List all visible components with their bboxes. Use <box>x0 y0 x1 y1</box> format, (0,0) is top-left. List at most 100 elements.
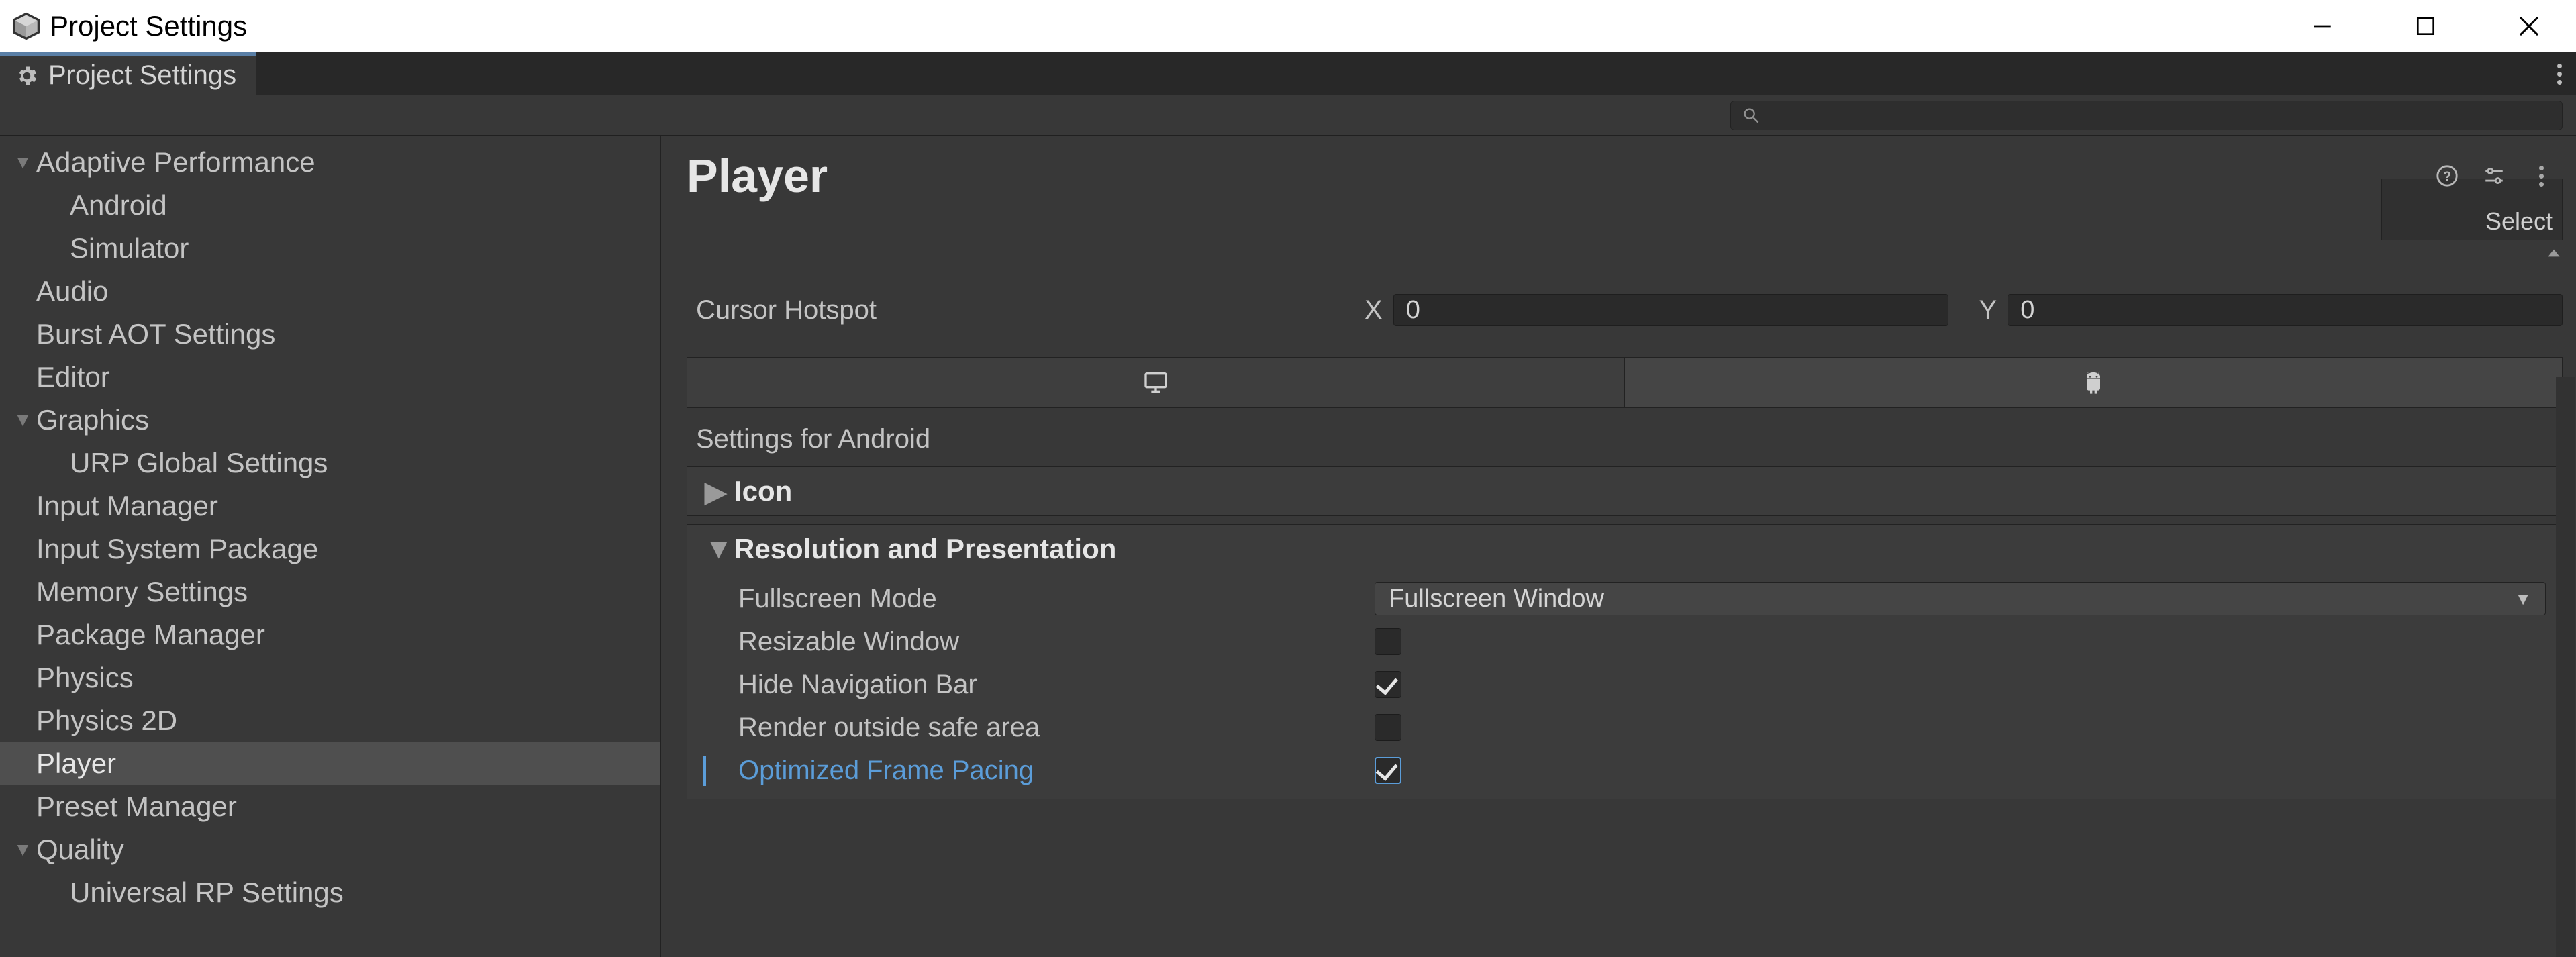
y-axis-label: Y <box>1979 295 1997 325</box>
tab-project-settings[interactable]: Project Settings <box>0 52 256 95</box>
sidebar-item-input-manager[interactable]: Input Manager <box>0 485 660 527</box>
sidebar-item-label: Player <box>36 748 116 780</box>
caret-up-icon <box>2545 244 2563 262</box>
kebab-icon <box>2539 166 2544 187</box>
fullscreen-mode-label: Fullscreen Mode <box>703 584 1375 614</box>
maximize-button[interactable] <box>2411 11 2440 41</box>
hide-nav-bar-label: Hide Navigation Bar <box>703 670 1375 700</box>
sidebar-item-android[interactable]: Android <box>0 184 660 227</box>
sidebar-item-label: URP Global Settings <box>70 447 328 479</box>
cursor-hotspot-y-input[interactable] <box>2008 294 2563 326</box>
render-outside-safe-checkbox[interactable] <box>1375 714 1401 741</box>
tab-strip: Project Settings <box>0 52 2576 95</box>
sidebar-item-preset-manager[interactable]: Preset Manager <box>0 785 660 828</box>
sidebar-item-label: Input Manager <box>36 490 218 522</box>
optimized-frame-pacing-row: Optimized Frame Pacing <box>703 749 2546 792</box>
resolution-panel-header[interactable]: ▼ Resolution and Presentation <box>687 525 2562 573</box>
gear-icon <box>15 64 39 88</box>
tab-label: Project Settings <box>48 60 236 91</box>
sidebar-item-label: Simulator <box>70 232 189 264</box>
sidebar-item-player[interactable]: Player <box>0 742 660 785</box>
close-button[interactable] <box>2514 11 2544 41</box>
sidebar-item-label: Burst AOT Settings <box>36 318 275 350</box>
resizable-window-label: Resizable Window <box>703 627 1375 657</box>
unity-icon <box>12 12 40 40</box>
platform-tabs <box>687 357 2563 408</box>
fullscreen-mode-value: Fullscreen Window <box>1389 585 1604 613</box>
optimized-frame-pacing-checkbox[interactable] <box>1375 757 1401 784</box>
sidebar-item-universal-rp-settings[interactable]: Universal RP Settings <box>0 871 660 914</box>
chevron-down-icon: ▼ <box>9 152 36 173</box>
sidebar-item-urp-global-settings[interactable]: URP Global Settings <box>0 442 660 485</box>
icon-panel-title: Icon <box>734 475 792 507</box>
cursor-hotspot-label: Cursor Hotspot <box>687 295 1365 325</box>
preset-slider-button[interactable] <box>2482 164 2506 188</box>
platform-tab-android[interactable] <box>1625 358 2562 407</box>
icon-panel: ▶ Icon <box>687 466 2563 516</box>
window-title: Project Settings <box>50 10 247 42</box>
sidebar-item-audio[interactable]: Audio <box>0 270 660 313</box>
settings-sidebar: ▼Adaptive PerformanceAndroidSimulatorAud… <box>0 136 661 957</box>
chevron-down-icon: ▼ <box>9 839 36 860</box>
x-axis-label: X <box>1365 295 1383 325</box>
sidebar-item-physics-2d[interactable]: Physics 2D <box>0 699 660 742</box>
platform-tab-standalone[interactable] <box>687 358 1625 407</box>
sidebar-item-label: Universal RP Settings <box>70 876 344 909</box>
render-outside-safe-label: Render outside safe area <box>703 713 1375 743</box>
sidebar-item-memory-settings[interactable]: Memory Settings <box>0 570 660 613</box>
resizable-window-row: Resizable Window <box>703 620 2546 663</box>
sidebar-item-label: Adaptive Performance <box>36 146 315 179</box>
sidebar-item-label: Preset Manager <box>36 791 237 823</box>
sidebar-item-label: Quality <box>36 834 124 866</box>
sidebar-item-label: Memory Settings <box>36 576 248 608</box>
sidebar-item-graphics[interactable]: ▼Graphics <box>0 399 660 442</box>
titlebar: Project Settings <box>0 0 2576 52</box>
search-icon <box>1742 106 1761 125</box>
chevron-down-icon: ▼ <box>2514 589 2532 609</box>
sidebar-item-label: Physics <box>36 662 134 694</box>
sidebar-item-adaptive-performance[interactable]: ▼Adaptive Performance <box>0 141 660 184</box>
cursor-hotspot-x-input[interactable] <box>1393 294 1948 326</box>
search-box[interactable] <box>1730 101 2563 130</box>
sidebar-item-input-system-package[interactable]: Input System Package <box>0 527 660 570</box>
content-area: Player ? <box>661 136 2576 957</box>
optimized-frame-pacing-label: Optimized Frame Pacing <box>703 756 1375 786</box>
fullscreen-mode-dropdown[interactable]: Fullscreen Window ▼ <box>1375 582 2546 615</box>
android-icon <box>2080 369 2107 396</box>
help-button[interactable]: ? <box>2435 164 2459 188</box>
sidebar-item-label: Android <box>70 189 167 221</box>
sidebar-item-burst-aot-settings[interactable]: Burst AOT Settings <box>0 313 660 356</box>
hide-nav-bar-row: Hide Navigation Bar <box>703 663 2546 706</box>
sidebar-item-label: Graphics <box>36 404 149 436</box>
fullscreen-mode-row: Fullscreen Mode Fullscreen Window ▼ <box>703 577 2546 620</box>
sidebar-item-simulator[interactable]: Simulator <box>0 227 660 270</box>
monitor-icon <box>1142 369 1169 396</box>
chevron-right-icon: ▶ <box>705 475 725 508</box>
tab-options-button[interactable] <box>2542 52 2576 95</box>
cursor-hotspot-row: Cursor Hotspot X Y <box>687 290 2563 330</box>
resizable-window-checkbox[interactable] <box>1375 628 1401 655</box>
hide-nav-bar-checkbox[interactable] <box>1375 671 1401 698</box>
sidebar-item-package-manager[interactable]: Package Manager <box>0 613 660 656</box>
resolution-panel: ▼ Resolution and Presentation Fullscreen… <box>687 524 2563 799</box>
kebab-icon <box>2557 64 2562 85</box>
sidebar-item-label: Input System Package <box>36 533 318 565</box>
svg-text:?: ? <box>2443 169 2451 184</box>
page-title: Player <box>687 149 828 203</box>
chevron-down-icon: ▼ <box>705 533 725 565</box>
chevron-down-icon: ▼ <box>9 409 36 431</box>
search-row <box>0 95 2576 136</box>
panel-options-button[interactable] <box>2529 164 2553 188</box>
platform-section-title: Settings for Android <box>687 408 2563 466</box>
select-label: Select <box>2485 207 2553 236</box>
sidebar-item-label: Editor <box>36 361 110 393</box>
resolution-panel-title: Resolution and Presentation <box>734 533 1116 565</box>
sidebar-item-label: Audio <box>36 275 108 307</box>
search-input[interactable] <box>1769 102 2551 128</box>
content-scrollbar[interactable] <box>2556 377 2575 957</box>
minimize-button[interactable] <box>2308 11 2337 41</box>
icon-panel-header[interactable]: ▶ Icon <box>687 467 2562 515</box>
sidebar-item-quality[interactable]: ▼Quality <box>0 828 660 871</box>
sidebar-item-physics[interactable]: Physics <box>0 656 660 699</box>
sidebar-item-editor[interactable]: Editor <box>0 356 660 399</box>
